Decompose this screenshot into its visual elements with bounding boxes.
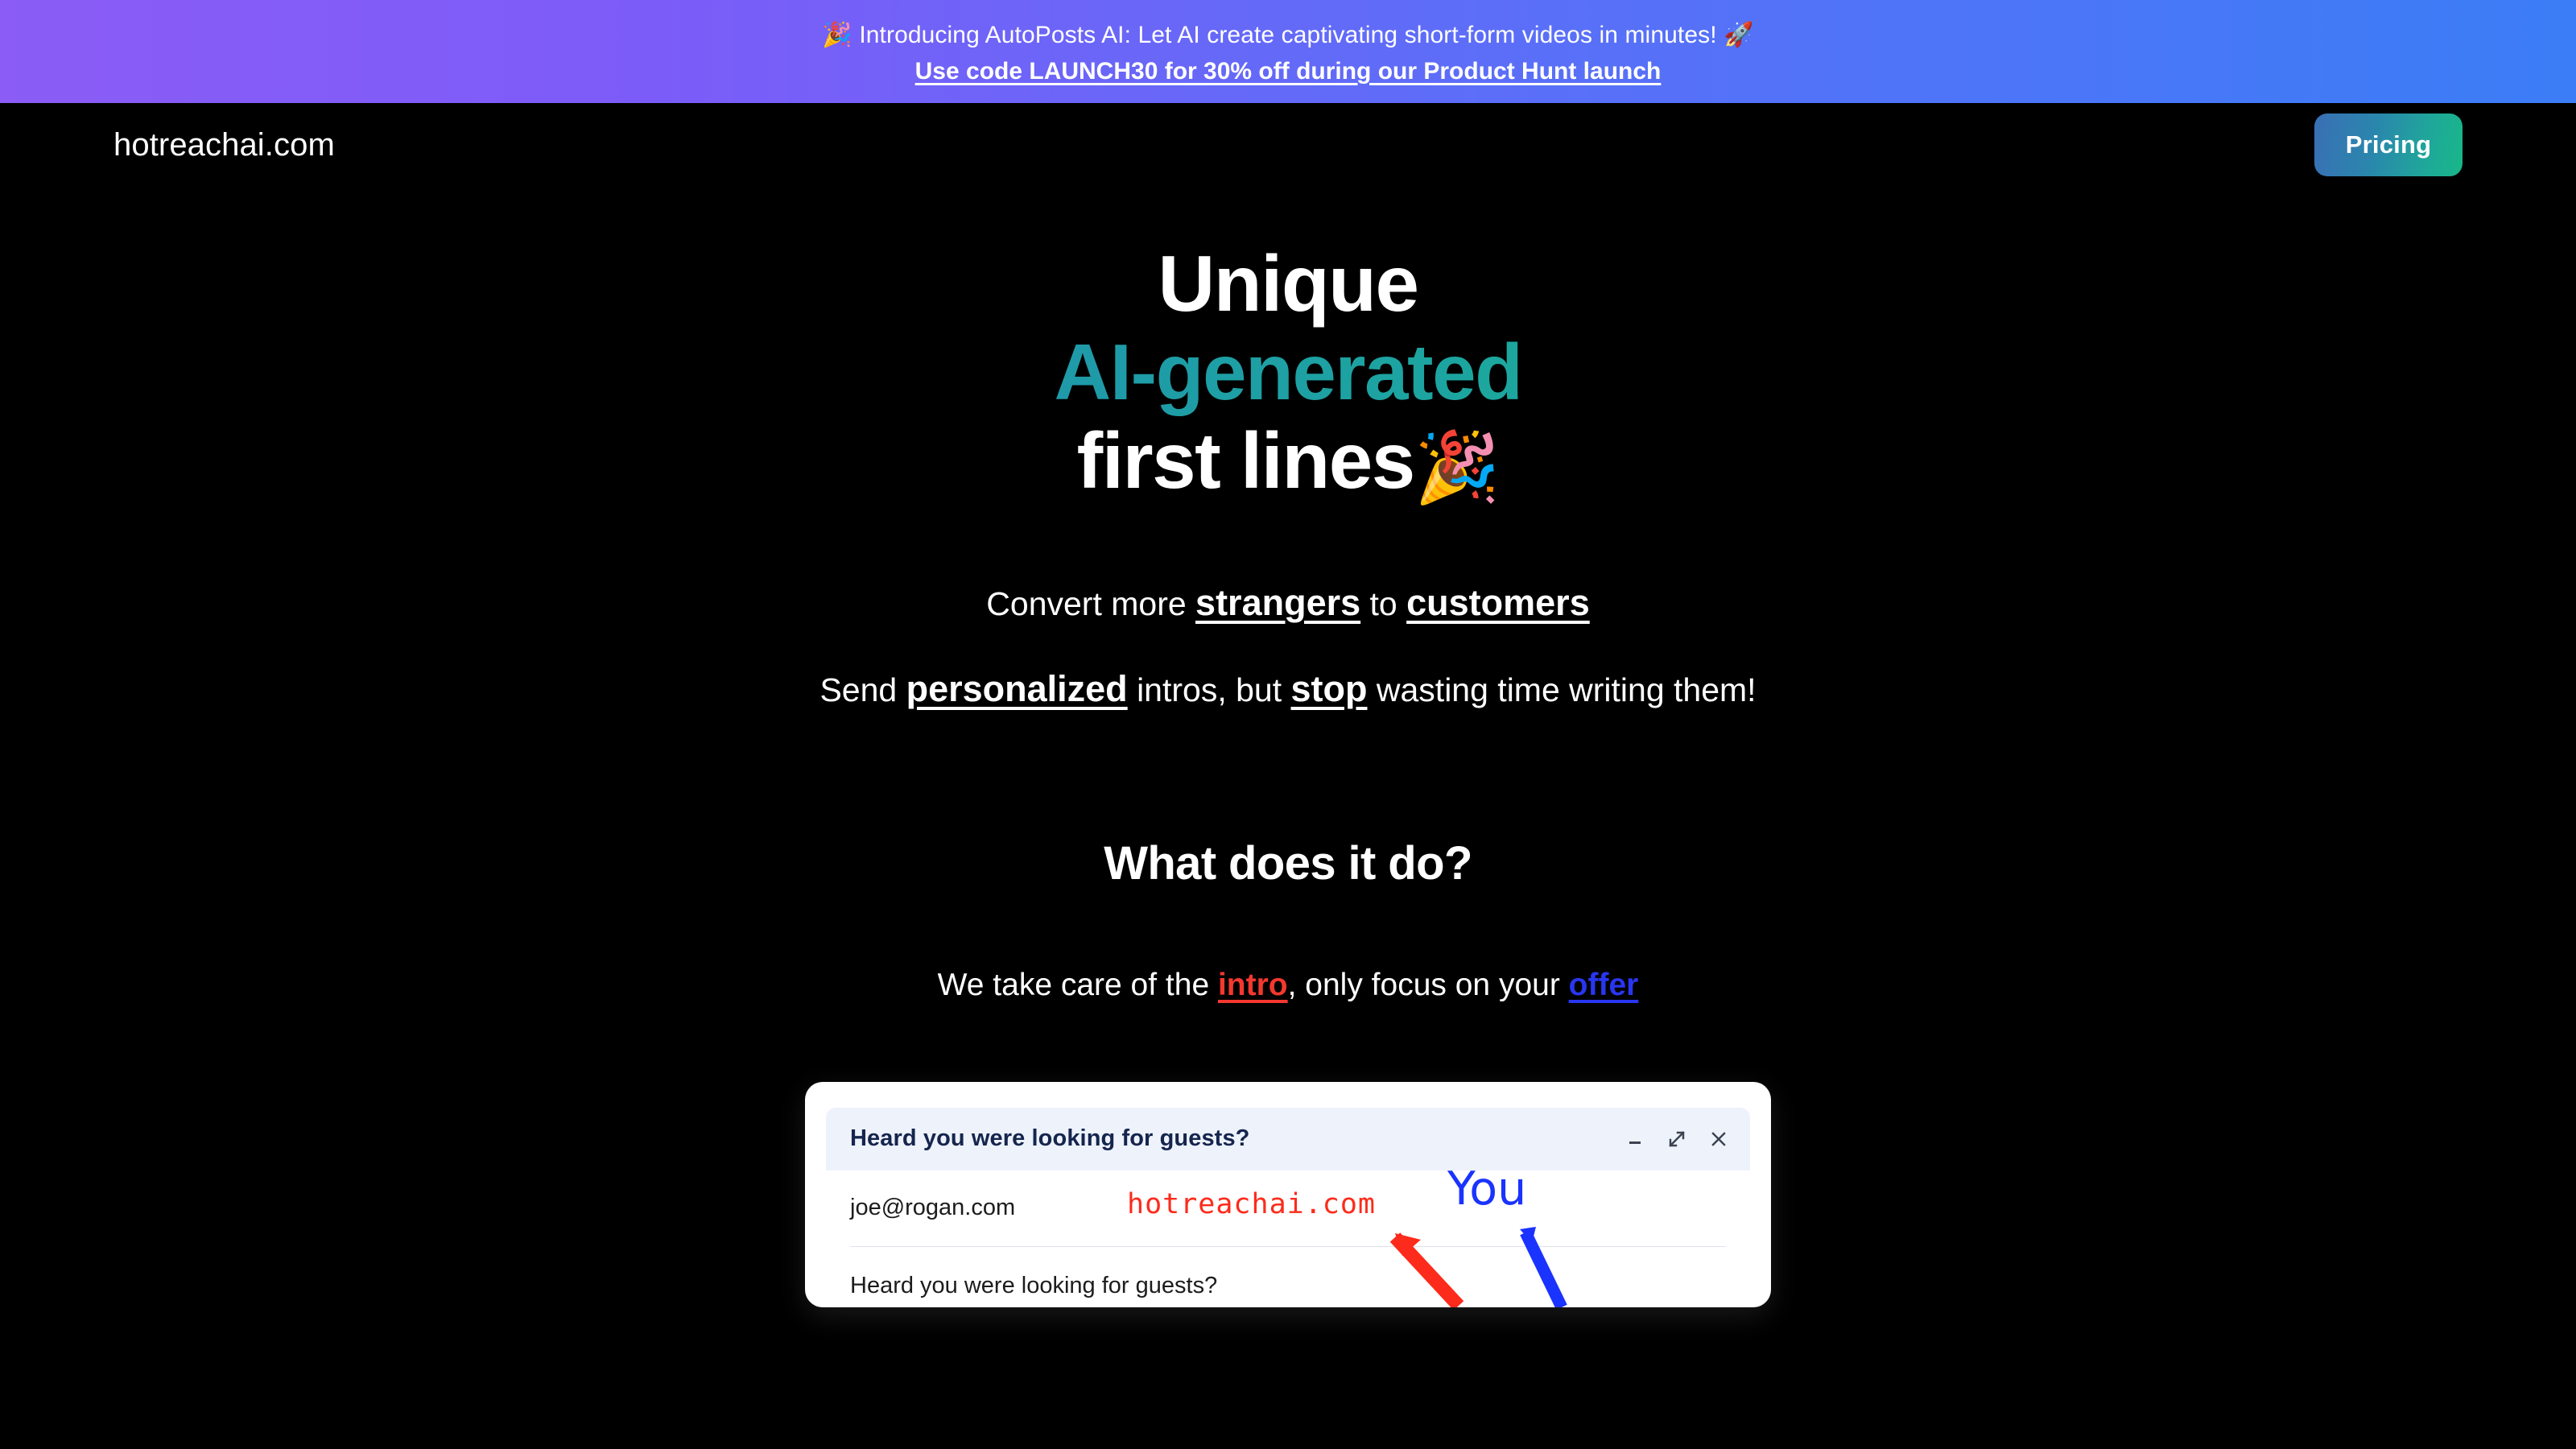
section-tagline: We take care of the intro, only focus on…	[0, 968, 2576, 1003]
hero-sub1-part-a: Convert more	[986, 584, 1196, 622]
promo-banner: 🎉 Introducing AutoPosts AI: Let AI creat…	[0, 0, 2576, 103]
hero-sub2-part-e: wasting time writing them!	[1367, 671, 1757, 708]
hero-sub1-keyword-strangers: strangers	[1195, 581, 1361, 623]
hero-sub2-keyword-stop: stop	[1290, 667, 1368, 709]
minimize-icon[interactable]	[1623, 1127, 1647, 1151]
email-titlebar: Heard you were looking for guests?	[826, 1107, 1750, 1170]
annotation-label-hotreachai: hotreachai.com	[1127, 1187, 1377, 1220]
tagline-keyword-intro[interactable]: intro	[1218, 968, 1288, 1002]
hero-sub2-keyword-personalized: personalized	[906, 667, 1128, 709]
section-heading-what-does-it-do: What does it do?	[1104, 836, 1472, 890]
email-mockup-card: Heard you were looking for guests? joe@r…	[805, 1081, 1771, 1307]
party-popper-icon: 🎉	[1414, 427, 1501, 508]
pricing-button[interactable]: Pricing	[2314, 114, 2462, 176]
hero-title-line-2: AI-generated	[0, 328, 2576, 417]
email-mockup-wrapper: Heard you were looking for guests? joe@r…	[0, 1081, 2576, 1307]
tagline-keyword-offer[interactable]: offer	[1569, 968, 1639, 1002]
hero-sub2-part-c: intros, but	[1127, 671, 1291, 708]
annotation-label-you: You	[1447, 1162, 1527, 1216]
brand-logo[interactable]: hotreachai.com	[114, 127, 335, 163]
expand-icon[interactable]	[1665, 1127, 1689, 1151]
hero-title-line-1: Unique	[1158, 239, 1419, 328]
promo-headline-text: Introducing AutoPosts AI: Let AI create …	[859, 21, 1717, 48]
promo-headline: 🎉 Introducing AutoPosts AI: Let AI creat…	[822, 20, 1753, 51]
hero-section: Unique AI-generated first lines🎉 Convert…	[0, 187, 2576, 714]
hero-title-line-3: first lines🎉	[0, 415, 2576, 508]
hero-title-line-3-text: first lines	[1076, 415, 1416, 505]
hero-sub2-part-a: Send	[819, 671, 906, 708]
window-controls	[1623, 1127, 1731, 1151]
hero-subheadline-1: Convert more strangers to customers	[0, 577, 2576, 628]
tagline-part-b: , only focus on your	[1287, 967, 1569, 1002]
hero-sub1-keyword-customers: customers	[1406, 581, 1590, 623]
promo-cta-link[interactable]: Use code LAUNCH30 for 30% off during our…	[915, 56, 1662, 87]
hero-subheadline-2: Send personalized intros, but stop wasti…	[0, 663, 2576, 714]
party-popper-icon: 🎉	[822, 20, 852, 49]
site-header: hotreachai.com Pricing	[0, 103, 2576, 187]
close-icon[interactable]	[1707, 1127, 1731, 1151]
rocket-icon: 🚀	[1724, 20, 1754, 49]
tagline-part-a: We take care of the	[937, 967, 1218, 1002]
email-body-subject: Heard you were looking for guests?	[850, 1272, 1218, 1298]
email-titlebar-subject: Heard you were looking for guests?	[850, 1125, 1250, 1152]
page-title: Unique AI-generated first lines🎉	[0, 239, 2576, 508]
hero-sub1-part-c: to	[1360, 584, 1407, 622]
